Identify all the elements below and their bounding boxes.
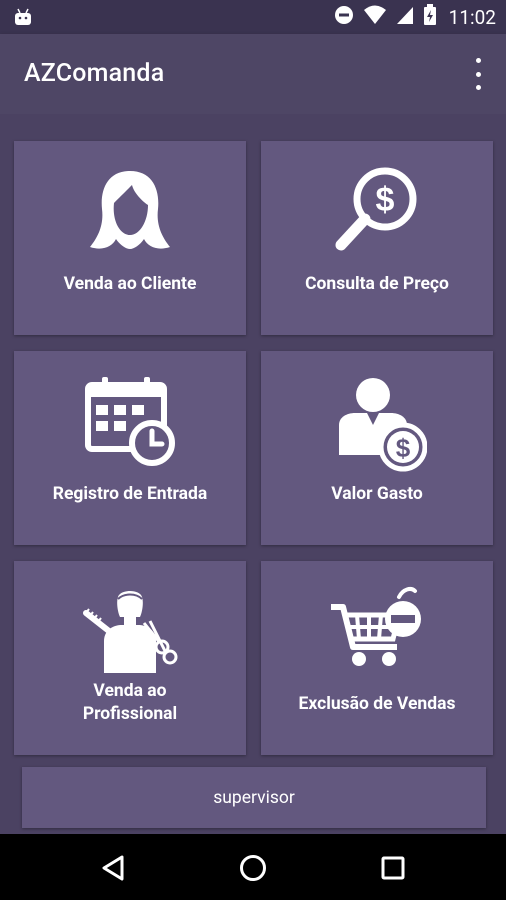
magnifier-dollar-icon: $	[327, 163, 427, 263]
wifi-icon	[363, 4, 387, 30]
tile-label: Registro de Entrada	[52, 484, 208, 504]
battery-charging-icon	[423, 4, 437, 30]
navigation-bar	[0, 834, 506, 900]
recents-icon[interactable]	[373, 848, 413, 888]
cart-remove-icon	[327, 583, 427, 683]
venda-ao-profissional-tile[interactable]: Venda ao Profissional	[14, 561, 246, 755]
main-content: Venda ao Cliente $ Consulta de Preço Reg…	[0, 114, 506, 834]
venda-ao-cliente-tile[interactable]: Venda ao Cliente	[14, 141, 246, 335]
person-dollar-icon: $	[327, 373, 428, 473]
tile-label: Valor Gasto	[331, 484, 423, 504]
cell-signal-icon	[395, 4, 415, 30]
exclusao-de-vendas-tile[interactable]: Exclusão de Vendas	[261, 561, 493, 755]
tile-label-line2: Profissional	[82, 704, 178, 724]
svg-text:$: $	[376, 181, 395, 219]
app-bar: AZComanda	[0, 34, 506, 114]
tile-label-line1: Venda ao	[93, 681, 167, 701]
tile-label: Venda ao Profissional	[14, 680, 246, 726]
consulta-de-preco-tile[interactable]: $ Consulta de Preço	[261, 141, 493, 335]
tile-label: Venda ao Cliente	[63, 274, 197, 294]
calendar-clock-icon	[80, 373, 180, 473]
home-icon[interactable]	[233, 848, 273, 888]
tile-label: Exclusão de Vendas	[298, 694, 456, 714]
clock: 11:02	[448, 5, 496, 29]
do-not-disturb-icon	[333, 4, 355, 30]
status-bar: 11:02	[0, 0, 506, 34]
android-notification-icon	[12, 6, 34, 32]
valor-gasto-tile[interactable]: $ Valor Gasto	[261, 351, 493, 545]
registro-de-entrada-tile[interactable]: Registro de Entrada	[14, 351, 246, 545]
barber-icon	[80, 583, 180, 683]
overflow-menu-icon[interactable]	[468, 58, 488, 90]
tile-label: Consulta de Preço	[305, 274, 449, 294]
svg-text:$: $	[396, 433, 411, 463]
back-icon[interactable]	[93, 848, 133, 888]
app-title: AZComanda	[24, 59, 165, 88]
supervisor-button[interactable]: supervisor	[22, 767, 486, 828]
woman-hair-icon	[80, 163, 180, 263]
